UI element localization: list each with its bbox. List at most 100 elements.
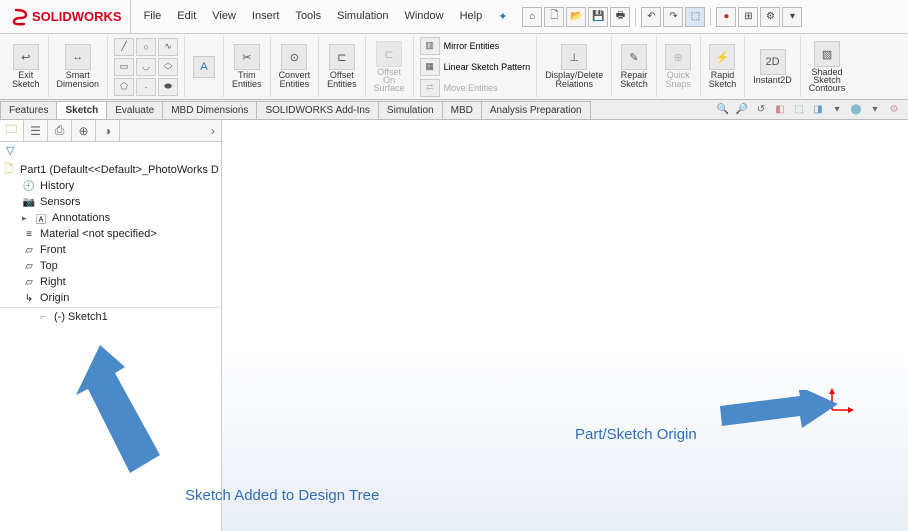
annotation-tree-label: Sketch Added to Design Tree <box>185 487 379 504</box>
smart-dimension-button[interactable]: ↔ SmartDimension <box>55 42 102 91</box>
line-tool-icon[interactable]: ╱ <box>114 38 134 56</box>
offset-button[interactable]: ⊏ OffsetEntities <box>325 42 359 91</box>
tree-origin-label: Origin <box>40 292 69 304</box>
tab-mbd[interactable]: MBD <box>442 101 482 119</box>
filter-icon[interactable]: ▽ <box>0 142 221 160</box>
rectangle-tool-icon[interactable]: ▭ <box>114 58 134 76</box>
tab-sketch[interactable]: Sketch <box>56 101 107 119</box>
offset-label: OffsetEntities <box>327 71 357 89</box>
feature-tree-tab-icon[interactable]: 🗀 <box>0 120 24 141</box>
menu-tools[interactable]: Tools <box>288 7 328 26</box>
instant2d-button[interactable]: 2D Instant2D <box>751 47 794 87</box>
mirror-icon[interactable]: ▥ <box>420 37 440 55</box>
redo-icon[interactable]: ↷ <box>663 7 683 27</box>
convert-button[interactable]: ⊙ ConvertEntities <box>277 42 313 91</box>
display-manager-tab-icon[interactable]: ◑ <box>96 120 120 141</box>
settings-icon[interactable]: ⚙ <box>760 7 780 27</box>
rebuild-icon[interactable]: ● <box>716 7 736 27</box>
menu-search-icon[interactable]: ✦ <box>491 7 514 26</box>
display-style-icon[interactable]: ◨ <box>810 101 826 117</box>
select-icon[interactable]: ⬚ <box>685 7 705 27</box>
zoom-fit-icon[interactable]: 🔍 <box>715 101 731 117</box>
move-entities-icon[interactable]: ⇄ <box>420 79 440 97</box>
undo-icon[interactable]: ↶ <box>641 7 661 27</box>
repair-sketch-button[interactable]: ✎ RepairSketch <box>618 42 650 91</box>
panel-expand-icon[interactable]: › <box>120 120 221 141</box>
sensors-icon: 📷 <box>22 195 36 209</box>
graphics-area[interactable] <box>222 120 908 531</box>
tab-features[interactable]: Features <box>0 101 57 119</box>
linear-pattern-icon[interactable]: ▦ <box>420 58 440 76</box>
zoom-area-icon[interactable]: 🔎 <box>734 101 750 117</box>
scene-icon[interactable]: ▾ <box>867 101 883 117</box>
tree-right-plane[interactable]: ▱ Right <box>0 274 221 290</box>
menu-view[interactable]: View <box>205 7 243 26</box>
print-icon[interactable]: 🖶 <box>610 7 630 27</box>
tree-front-plane[interactable]: ▱ Front <box>0 242 221 258</box>
ellipse-tool-icon[interactable]: ⬭ <box>158 58 178 76</box>
home-icon[interactable]: ⌂ <box>522 7 542 27</box>
tree-sketch1[interactable]: ⌐ (-) Sketch1 <box>0 307 221 325</box>
pattern-label[interactable]: Linear Sketch Pattern <box>444 62 531 72</box>
prev-view-icon[interactable]: ↺ <box>753 101 769 117</box>
material-icon: ≡ <box>22 227 36 241</box>
move-label: Move Entities <box>444 83 498 93</box>
annotation-arrow-tree <box>70 345 180 495</box>
slot-tool-icon[interactable]: ⬬ <box>158 78 178 96</box>
expand-icon[interactable]: ▸ <box>22 213 30 224</box>
shaded-contours-button[interactable]: ▧ ShadedSketchContours <box>807 39 848 94</box>
menu-edit[interactable]: Edit <box>170 7 203 26</box>
snaps-icon: ⊕ <box>665 44 691 70</box>
tree-history[interactable]: 🕘 History <box>0 178 221 194</box>
options-icon[interactable]: ⊞ <box>738 7 758 27</box>
part-icon: 🗋 <box>2 163 16 177</box>
menu-simulation[interactable]: Simulation <box>330 7 395 26</box>
tree-annotations-label: Annotations <box>52 212 110 224</box>
ribbon-group-instant2d: 2D Instant2D <box>745 36 801 97</box>
tree-material-label: Material <not specified> <box>40 228 157 240</box>
menu-insert[interactable]: Insert <box>245 7 287 26</box>
property-manager-tab-icon[interactable]: ☰ <box>24 120 48 141</box>
convert-label: ConvertEntities <box>279 71 311 89</box>
save-icon[interactable]: 💾 <box>588 7 608 27</box>
circle-tool-icon[interactable]: ○ <box>136 38 156 56</box>
mirror-label[interactable]: Mirror Entities <box>444 41 500 51</box>
point-tool-icon[interactable]: · <box>136 78 156 96</box>
tree-origin[interactable]: ↳ Origin <box>0 290 221 306</box>
dimxpert-tab-icon[interactable]: ⊕ <box>72 120 96 141</box>
open-icon[interactable]: 📂 <box>566 7 586 27</box>
view-settings-icon[interactable]: ⚙ <box>886 101 902 117</box>
tab-mbd-dimensions[interactable]: MBD Dimensions <box>162 101 257 119</box>
menu-file[interactable]: File <box>137 7 169 26</box>
tab-addins[interactable]: SOLIDWORKS Add-Ins <box>256 101 378 119</box>
hide-show-icon[interactable]: ▾ <box>829 101 845 117</box>
configuration-tab-icon[interactable]: ⎙ <box>48 120 72 141</box>
tree-front-label: Front <box>40 244 66 256</box>
tree-top-plane[interactable]: ▱ Top <box>0 258 221 274</box>
tab-evaluate[interactable]: Evaluate <box>106 101 163 119</box>
dropdown-icon[interactable]: ▾ <box>782 7 802 27</box>
menu-window[interactable]: Window <box>397 7 450 26</box>
spline-tool-icon[interactable]: ∿ <box>158 38 178 56</box>
polygon-tool-icon[interactable]: ⬠ <box>114 78 134 96</box>
trim-button[interactable]: ✂ TrimEntities <box>230 42 264 91</box>
tree-sensors[interactable]: 📷 Sensors <box>0 194 221 210</box>
relations-icon: ⊥ <box>561 44 587 70</box>
tab-analysis-prep[interactable]: Analysis Preparation <box>481 101 591 119</box>
exit-sketch-button[interactable]: ↩ ExitSketch <box>10 42 42 91</box>
tree-material[interactable]: ≡ Material <not specified> <box>0 226 221 242</box>
new-doc-icon[interactable]: 🗋 <box>544 7 564 27</box>
menu-help[interactable]: Help <box>453 7 490 26</box>
arc-tool-icon[interactable]: ◡ <box>136 58 156 76</box>
tab-simulation[interactable]: Simulation <box>378 101 443 119</box>
appearance-icon[interactable]: ⬤ <box>848 101 864 117</box>
tree-root[interactable]: 🗋 Part1 (Default<<Default>_PhotoWorks D <box>0 162 221 178</box>
rapid-sketch-button[interactable]: ⚡ RapidSketch <box>707 42 739 91</box>
text-tool-button[interactable]: A <box>191 54 217 80</box>
section-view-icon[interactable]: ◧ <box>772 101 788 117</box>
view-orientation-icon[interactable]: ⬚ <box>791 101 807 117</box>
app-title: SOLIDWORKS <box>32 9 122 24</box>
display-delete-relations-button[interactable]: ⊥ Display/DeleteRelations <box>543 42 605 91</box>
tree-annotations[interactable]: ▸ 🄰 Annotations <box>0 210 221 226</box>
tree-top-label: Top <box>40 260 58 272</box>
